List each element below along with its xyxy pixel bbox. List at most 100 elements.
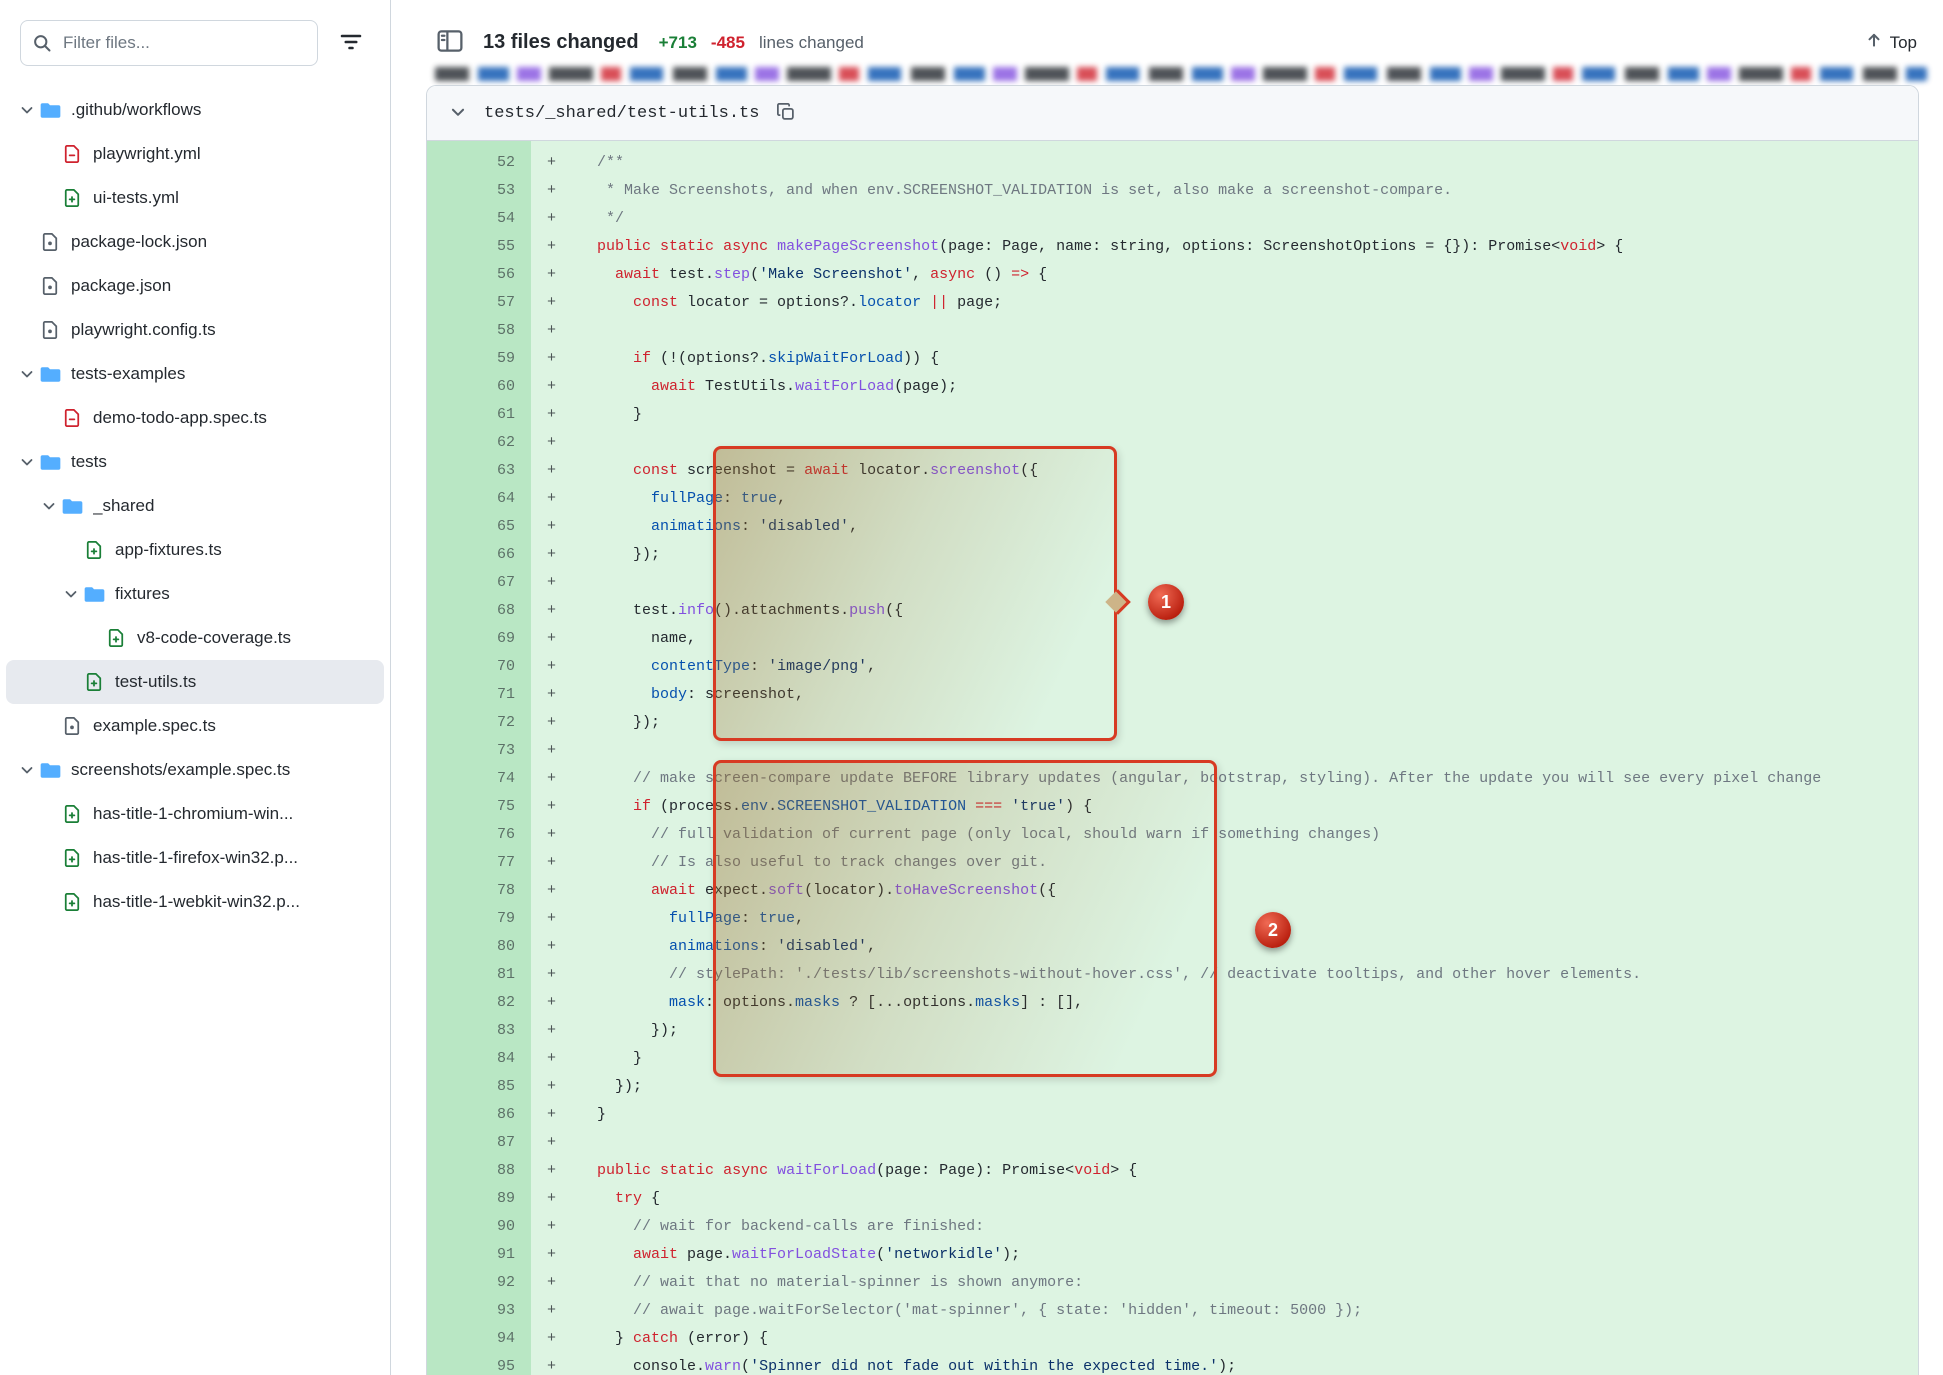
diff-file-card: tests/_shared/test-utils.ts 52+ /**53+ *… bbox=[426, 85, 1919, 1375]
diff-add-marker: + bbox=[531, 1129, 579, 1157]
diff-row: 52+ /** bbox=[427, 149, 1918, 177]
diff-add-marker: + bbox=[531, 597, 579, 625]
diff-row: 59+ if (!(options?.skipWaitForLoad)) { bbox=[427, 345, 1918, 373]
diff-add-marker: + bbox=[531, 261, 579, 289]
diff-add-marker: + bbox=[531, 961, 579, 989]
tree-item-package-lock-json[interactable]: package-lock.json bbox=[6, 220, 384, 264]
collapse-file-button[interactable] bbox=[447, 101, 469, 126]
tree-item-has-title-1-chromium-win[interactable]: has-title-1-chromium-win... bbox=[6, 792, 384, 836]
file-modified-icon bbox=[61, 716, 83, 736]
tree-item-label: example.spec.ts bbox=[93, 716, 216, 736]
filter-files-input[interactable] bbox=[20, 20, 318, 66]
tree-item-tests-examples[interactable]: tests-examples bbox=[6, 352, 384, 396]
tree-item-tests[interactable]: tests bbox=[6, 440, 384, 484]
line-number: 77 bbox=[427, 849, 531, 877]
diff-add-marker: + bbox=[531, 1269, 579, 1297]
tree-item-demo-todo-app-spec-ts[interactable]: demo-todo-app.spec.ts bbox=[6, 396, 384, 440]
search-icon bbox=[32, 33, 52, 58]
tree-item-label: has-title-1-webkit-win32.p... bbox=[93, 892, 300, 912]
code-line: * Make Screenshots, and when env.SCREENS… bbox=[579, 177, 1918, 205]
tree-item-github-workflows[interactable]: .github/workflows bbox=[6, 88, 384, 132]
line-number: 86 bbox=[427, 1101, 531, 1129]
diff-row: 91+ await page.waitForLoadState('network… bbox=[427, 1241, 1918, 1269]
line-number: 63 bbox=[427, 457, 531, 485]
tree-item-has-title-1-firefox-win32-p[interactable]: has-title-1-firefox-win32.p... bbox=[6, 836, 384, 880]
line-number: 92 bbox=[427, 1269, 531, 1297]
copy-file-path-button[interactable] bbox=[774, 100, 798, 127]
tree-item-label: app-fixtures.ts bbox=[115, 540, 222, 560]
line-number: 93 bbox=[427, 1297, 531, 1325]
diff-file-header: tests/_shared/test-utils.ts bbox=[427, 86, 1918, 141]
line-number: 83 bbox=[427, 1017, 531, 1045]
diff-row: 56+ await test.step('Make Screenshot', a… bbox=[427, 261, 1918, 289]
tree-item-example-spec-ts[interactable]: example.spec.ts bbox=[6, 704, 384, 748]
toggle-file-tree-button[interactable] bbox=[431, 24, 469, 62]
annotation-marker-1: 1 bbox=[1148, 584, 1184, 620]
code-line: } bbox=[579, 1101, 1918, 1129]
diff-add-marker: + bbox=[531, 765, 579, 793]
filter-options-button[interactable] bbox=[330, 22, 372, 64]
line-number: 59 bbox=[427, 345, 531, 373]
diff-add-marker: + bbox=[531, 429, 579, 457]
diff-add-marker: + bbox=[531, 233, 579, 261]
diff-row: 60+ await TestUtils.waitForLoad(page); bbox=[427, 373, 1918, 401]
diff-add-marker: + bbox=[531, 149, 579, 177]
diff-row: 89+ try { bbox=[427, 1185, 1918, 1213]
tree-item-v8-code-coverage-ts[interactable]: v8-code-coverage.ts bbox=[6, 616, 384, 660]
line-number: 71 bbox=[427, 681, 531, 709]
diff-body: 52+ /**53+ * Make Screenshots, and when … bbox=[427, 141, 1918, 1375]
arrow-up-icon bbox=[1865, 31, 1883, 54]
tree-item-test-utils-ts[interactable]: test-utils.ts bbox=[6, 660, 384, 704]
file-path: tests/_shared/test-utils.ts bbox=[484, 104, 759, 123]
tree-item-screenshots-example-spec-ts[interactable]: screenshots/example.spec.ts bbox=[6, 748, 384, 792]
file-tree: .github/workflowsplaywright.ymlui-tests.… bbox=[0, 88, 390, 924]
code-line: public static async makePageScreenshot(p… bbox=[579, 233, 1918, 261]
tree-item-label: tests-examples bbox=[71, 364, 185, 384]
line-number: 82 bbox=[427, 989, 531, 1017]
tree-item-app-fixtures-ts[interactable]: app-fixtures.ts bbox=[6, 528, 384, 572]
diff-add-marker: + bbox=[531, 1073, 579, 1101]
diff-add-marker: + bbox=[531, 345, 579, 373]
line-number: 89 bbox=[427, 1185, 531, 1213]
diff-add-marker: + bbox=[531, 793, 579, 821]
diff-add-marker: + bbox=[531, 1185, 579, 1213]
file-added-icon bbox=[83, 672, 105, 692]
tree-item-ui-tests-yml[interactable]: ui-tests.yml bbox=[6, 176, 384, 220]
line-number: 76 bbox=[427, 821, 531, 849]
file-added-icon bbox=[105, 628, 127, 648]
scroll-to-top-link[interactable]: Top bbox=[1865, 31, 1917, 54]
diff-add-marker: + bbox=[531, 1213, 579, 1241]
line-number: 75 bbox=[427, 793, 531, 821]
diff-add-marker: + bbox=[531, 485, 579, 513]
file-added-icon bbox=[61, 848, 83, 868]
diff-add-marker: + bbox=[531, 1297, 579, 1325]
chevron-down-icon bbox=[14, 102, 39, 118]
line-number: 69 bbox=[427, 625, 531, 653]
tree-item-package-json[interactable]: package.json bbox=[6, 264, 384, 308]
annotation-box-1 bbox=[713, 446, 1117, 741]
obscured-code-line bbox=[435, 67, 1927, 81]
diff-row: 58+ bbox=[427, 317, 1918, 345]
tree-item-shared[interactable]: _shared bbox=[6, 484, 384, 528]
chevron-down-icon bbox=[449, 103, 467, 124]
tree-item-fixtures[interactable]: fixtures bbox=[6, 572, 384, 616]
copy-icon bbox=[776, 102, 796, 125]
diff-row: 69+ name, bbox=[427, 625, 1918, 653]
tree-item-has-title-1-webkit-win32-p[interactable]: has-title-1-webkit-win32.p... bbox=[6, 880, 384, 924]
tree-item-label: tests bbox=[71, 452, 107, 472]
line-number: 70 bbox=[427, 653, 531, 681]
diff-add-marker: + bbox=[531, 373, 579, 401]
tree-item-playwright-config-ts[interactable]: playwright.config.ts bbox=[6, 308, 384, 352]
code-line: // wait that no material-spinner is show… bbox=[579, 1269, 1918, 1297]
line-number: 94 bbox=[427, 1325, 531, 1353]
diff-row: 57+ const locator = options?.locator || … bbox=[427, 289, 1918, 317]
diff-add-marker: + bbox=[531, 681, 579, 709]
deletions-count: -485 bbox=[711, 33, 745, 53]
line-number: 87 bbox=[427, 1129, 531, 1157]
diff-add-marker: + bbox=[531, 205, 579, 233]
diff-add-marker: + bbox=[531, 457, 579, 485]
tree-item-playwright-yml[interactable]: playwright.yml bbox=[6, 132, 384, 176]
tree-item-label: v8-code-coverage.ts bbox=[137, 628, 291, 648]
file-modified-icon bbox=[39, 232, 61, 252]
code-line: await test.step('Make Screenshot', async… bbox=[579, 261, 1918, 289]
